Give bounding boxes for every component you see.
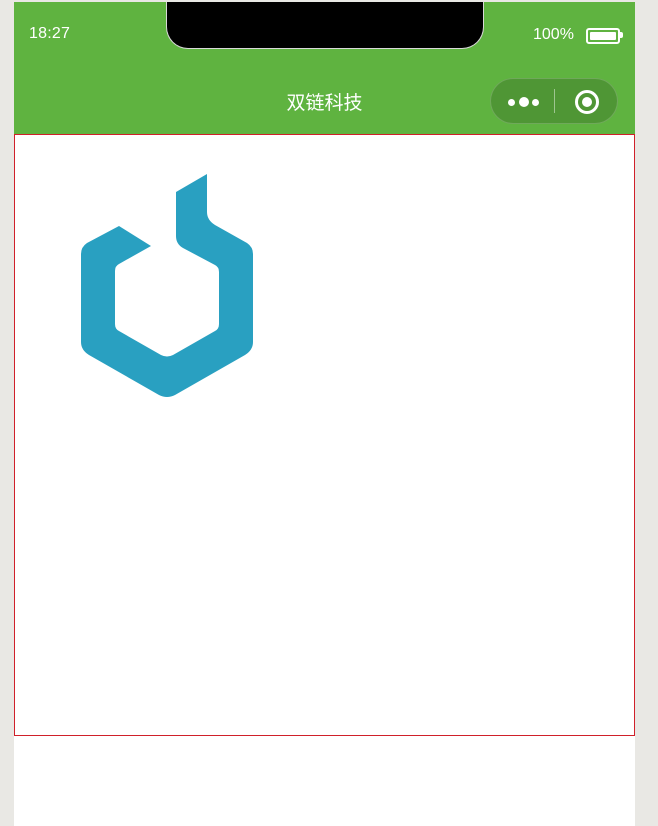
dot	[532, 99, 539, 106]
dot	[508, 99, 515, 106]
mini-program-capsule	[490, 78, 618, 124]
target-close-icon[interactable]	[555, 79, 617, 123]
more-dots-icon[interactable]	[491, 79, 555, 123]
battery-percent: 100%	[533, 26, 574, 43]
device-notch	[166, 2, 484, 49]
phone-screen: 18:27 100% 双链科技	[14, 2, 635, 826]
app-header: 18:27 100% 双链科技	[14, 2, 635, 135]
hexagon-logo-icon	[81, 174, 253, 397]
status-time: 18:27	[29, 25, 71, 42]
content-frame	[14, 134, 635, 736]
battery-tip	[620, 32, 623, 38]
battery-icon	[586, 28, 620, 44]
battery-fill	[590, 32, 616, 40]
close-core	[582, 97, 592, 107]
dot	[519, 97, 529, 107]
